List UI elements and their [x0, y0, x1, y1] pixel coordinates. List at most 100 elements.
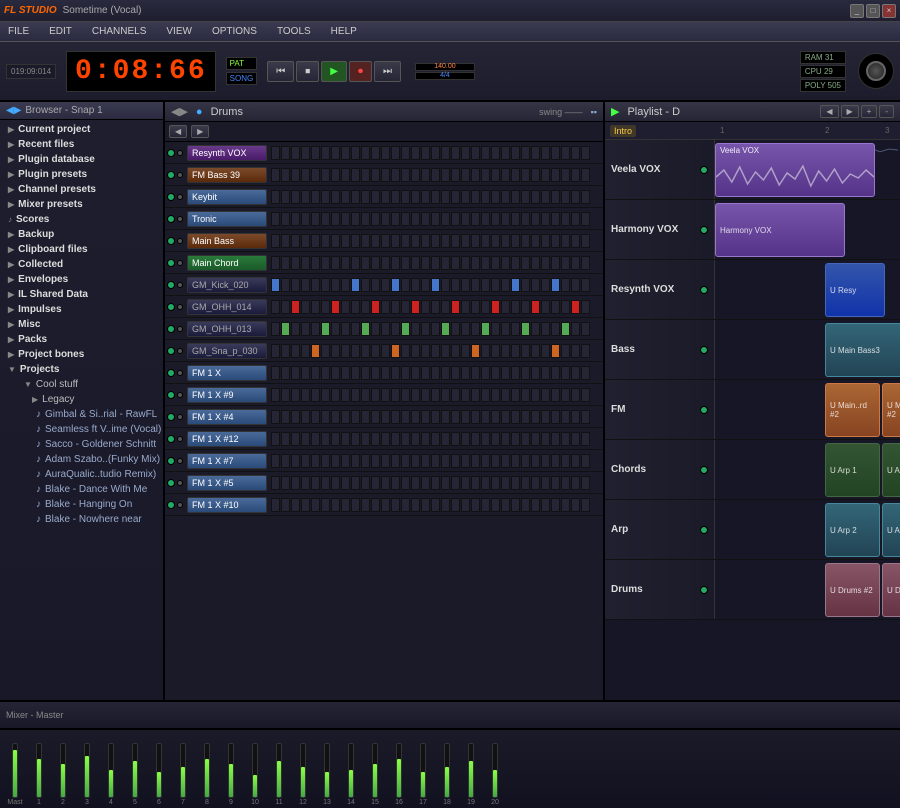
- pad-13-11[interactable]: [381, 432, 390, 446]
- pad-9-23[interactable]: [501, 344, 510, 358]
- browser-item-impulses[interactable]: ▶Impulses: [0, 302, 163, 317]
- pad-11-19[interactable]: [461, 388, 470, 402]
- pad-4-2[interactable]: [291, 234, 300, 248]
- pad-8-10[interactable]: [371, 322, 380, 336]
- pad-8-7[interactable]: [341, 322, 350, 336]
- mixer-fader-4[interactable]: [108, 743, 114, 798]
- browser-item-packs[interactable]: ▶Packs: [0, 332, 163, 347]
- track-content-1[interactable]: Harmony VOX: [715, 200, 900, 259]
- channel-name-0[interactable]: Resynth VOX: [187, 145, 267, 161]
- channel-name-13[interactable]: FM 1 X #12: [187, 431, 267, 447]
- pad-2-20[interactable]: [471, 190, 480, 204]
- pad-7-18[interactable]: [451, 300, 460, 314]
- pad-7-23[interactable]: [501, 300, 510, 314]
- pad-13-15[interactable]: [421, 432, 430, 446]
- pad-7-28[interactable]: [551, 300, 560, 314]
- pad-2-3[interactable]: [301, 190, 310, 204]
- pad-7-14[interactable]: [411, 300, 420, 314]
- pad-11-13[interactable]: [401, 388, 410, 402]
- pad-8-29[interactable]: [561, 322, 570, 336]
- pad-12-6[interactable]: [331, 410, 340, 424]
- rack-nav-left[interactable]: ◀: [169, 125, 187, 138]
- pad-3-20[interactable]: [471, 212, 480, 226]
- pad-6-1[interactable]: [281, 278, 290, 292]
- pad-9-14[interactable]: [411, 344, 420, 358]
- pad-3-29[interactable]: [561, 212, 570, 226]
- channel-row-12[interactable]: FM 1 X #4: [165, 406, 603, 428]
- clip-5-1[interactable]: U Arp 1: [882, 443, 900, 497]
- channel-row-0[interactable]: Resynth VOX: [165, 142, 603, 164]
- pad-0-6[interactable]: [331, 146, 340, 160]
- pad-2-25[interactable]: [521, 190, 530, 204]
- pad-5-29[interactable]: [561, 256, 570, 270]
- track-content-3[interactable]: U Main Bass3: [715, 320, 900, 379]
- pad-2-24[interactable]: [511, 190, 520, 204]
- pad-15-17[interactable]: [441, 476, 450, 490]
- clip-2-0[interactable]: U Resy: [825, 263, 885, 317]
- pad-9-9[interactable]: [361, 344, 370, 358]
- pad-13-25[interactable]: [521, 432, 530, 446]
- pad-11-4[interactable]: [311, 388, 320, 402]
- pad-15-2[interactable]: [291, 476, 300, 490]
- pad-3-6[interactable]: [331, 212, 340, 226]
- pad-7-21[interactable]: [481, 300, 490, 314]
- pad-3-27[interactable]: [541, 212, 550, 226]
- pad-13-12[interactable]: [391, 432, 400, 446]
- clip-3-0[interactable]: U Main Bass3: [825, 323, 900, 377]
- pad-8-2[interactable]: [291, 322, 300, 336]
- pad-7-12[interactable]: [391, 300, 400, 314]
- pad-11-20[interactable]: [471, 388, 480, 402]
- pad-7-5[interactable]: [321, 300, 330, 314]
- pad-3-8[interactable]: [351, 212, 360, 226]
- pad-9-2[interactable]: [291, 344, 300, 358]
- pad-14-0[interactable]: [271, 454, 280, 468]
- pad-2-10[interactable]: [371, 190, 380, 204]
- channel-led-5[interactable]: [177, 260, 183, 266]
- pad-7-2[interactable]: [291, 300, 300, 314]
- playlist-btn-1[interactable]: ◀: [820, 105, 838, 118]
- pad-12-23[interactable]: [501, 410, 510, 424]
- channel-green-dot-11[interactable]: [167, 391, 175, 399]
- pad-13-14[interactable]: [411, 432, 420, 446]
- pad-13-3[interactable]: [301, 432, 310, 446]
- pad-2-17[interactable]: [441, 190, 450, 204]
- pad-4-11[interactable]: [381, 234, 390, 248]
- pad-1-27[interactable]: [541, 168, 550, 182]
- pad-7-25[interactable]: [521, 300, 530, 314]
- channel-led-11[interactable]: [177, 392, 183, 398]
- pad-5-31[interactable]: [581, 256, 590, 270]
- pad-11-9[interactable]: [361, 388, 370, 402]
- track-content-6[interactable]: U Arp 2U Arp 2U Arp: [715, 500, 900, 559]
- pad-1-25[interactable]: [521, 168, 530, 182]
- pad-9-28[interactable]: [551, 344, 560, 358]
- pad-15-20[interactable]: [471, 476, 480, 490]
- pad-10-24[interactable]: [511, 366, 520, 380]
- pad-14-18[interactable]: [451, 454, 460, 468]
- pad-12-19[interactable]: [461, 410, 470, 424]
- clip-7-0[interactable]: U Drums #2: [825, 563, 880, 617]
- pad-2-16[interactable]: [431, 190, 440, 204]
- close-button[interactable]: ×: [882, 4, 896, 18]
- pad-16-22[interactable]: [491, 498, 500, 512]
- pad-16-8[interactable]: [351, 498, 360, 512]
- pad-5-2[interactable]: [291, 256, 300, 270]
- menu-help[interactable]: HELP: [327, 24, 361, 39]
- channel-green-dot-15[interactable]: [167, 479, 175, 487]
- pad-12-29[interactable]: [561, 410, 570, 424]
- pad-8-1[interactable]: [281, 322, 290, 336]
- pad-0-7[interactable]: [341, 146, 350, 160]
- pad-1-8[interactable]: [351, 168, 360, 182]
- pad-5-25[interactable]: [521, 256, 530, 270]
- pad-8-27[interactable]: [541, 322, 550, 336]
- pad-3-23[interactable]: [501, 212, 510, 226]
- browser-item-project-bones[interactable]: ▶Project bones: [0, 347, 163, 362]
- pad-12-20[interactable]: [471, 410, 480, 424]
- pad-4-12[interactable]: [391, 234, 400, 248]
- pad-3-0[interactable]: [271, 212, 280, 226]
- pad-10-27[interactable]: [541, 366, 550, 380]
- pad-1-2[interactable]: [291, 168, 300, 182]
- pad-10-2[interactable]: [291, 366, 300, 380]
- pad-16-20[interactable]: [471, 498, 480, 512]
- pad-3-12[interactable]: [391, 212, 400, 226]
- pad-12-13[interactable]: [401, 410, 410, 424]
